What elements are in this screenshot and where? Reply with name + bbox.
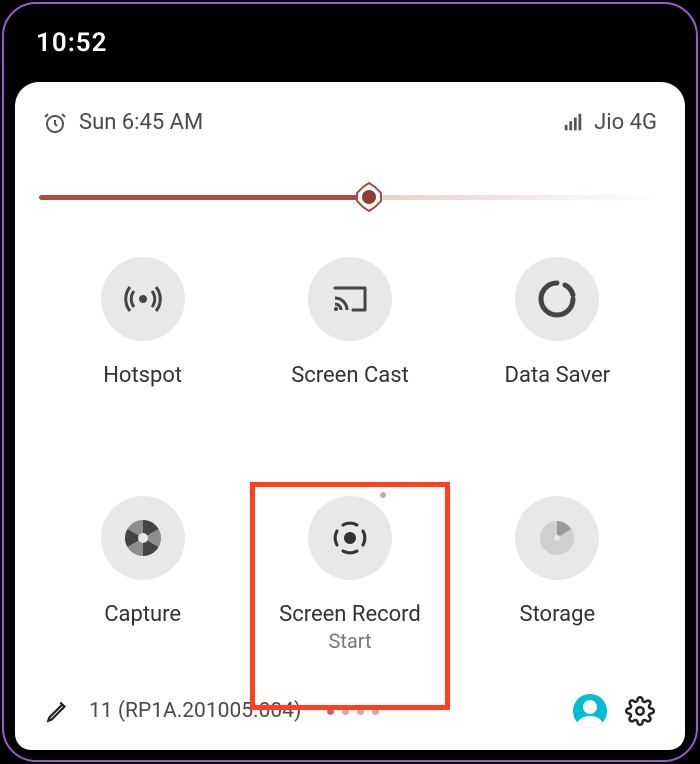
qs-footer: 11 (RP1A.201005.004) <box>39 684 661 732</box>
carrier-label: Jio 4G <box>594 110 657 135</box>
hotspot-icon <box>101 257 185 341</box>
brightness-thumb[interactable] <box>353 181 385 213</box>
tile-data-saver[interactable]: Data Saver <box>454 257 661 446</box>
screen-record-icon <box>308 496 392 580</box>
data-saver-icon <box>515 257 599 341</box>
tile-storage[interactable]: Storage <box>454 496 661 685</box>
user-avatar-icon[interactable] <box>573 694 607 728</box>
qs-tile-grid: Hotspot Screen Cast <box>39 257 661 684</box>
tile-hotspot[interactable]: Hotspot <box>39 257 246 446</box>
tile-label: Capture <box>104 602 181 627</box>
tile-label: Hotspot <box>103 363 182 388</box>
quick-settings-panel: Sun 6:45 AM Jio 4G <box>15 82 685 750</box>
device-clock: 10:52 <box>36 28 108 58</box>
tile-label: Screen Cast <box>291 363 409 388</box>
tile-label: Screen Record <box>279 602 421 627</box>
cast-icon <box>308 257 392 341</box>
tile-sublabel: Start <box>328 629 371 653</box>
tile-label: Storage <box>520 602 596 627</box>
tile-screen-record[interactable]: Screen Record Start <box>246 496 453 685</box>
pager-dots[interactable] <box>327 708 379 715</box>
tile-label: Data Saver <box>505 363 611 388</box>
build-number[interactable]: 11 (RP1A.201005.004) <box>89 699 301 723</box>
storage-icon <box>515 496 599 580</box>
status-bar: Sun 6:45 AM Jio 4G <box>39 110 661 135</box>
tile-capture[interactable]: Capture <box>39 496 246 685</box>
brightness-slider[interactable] <box>39 177 661 217</box>
capture-icon <box>101 496 185 580</box>
alarm-icon <box>43 111 67 135</box>
notification-dot-icon <box>380 492 386 498</box>
settings-icon[interactable] <box>625 696 655 726</box>
edit-icon[interactable] <box>45 698 71 724</box>
signal-icon <box>562 112 584 134</box>
tile-screen-cast[interactable]: Screen Cast <box>246 257 453 446</box>
status-time: Sun 6:45 AM <box>79 110 203 135</box>
